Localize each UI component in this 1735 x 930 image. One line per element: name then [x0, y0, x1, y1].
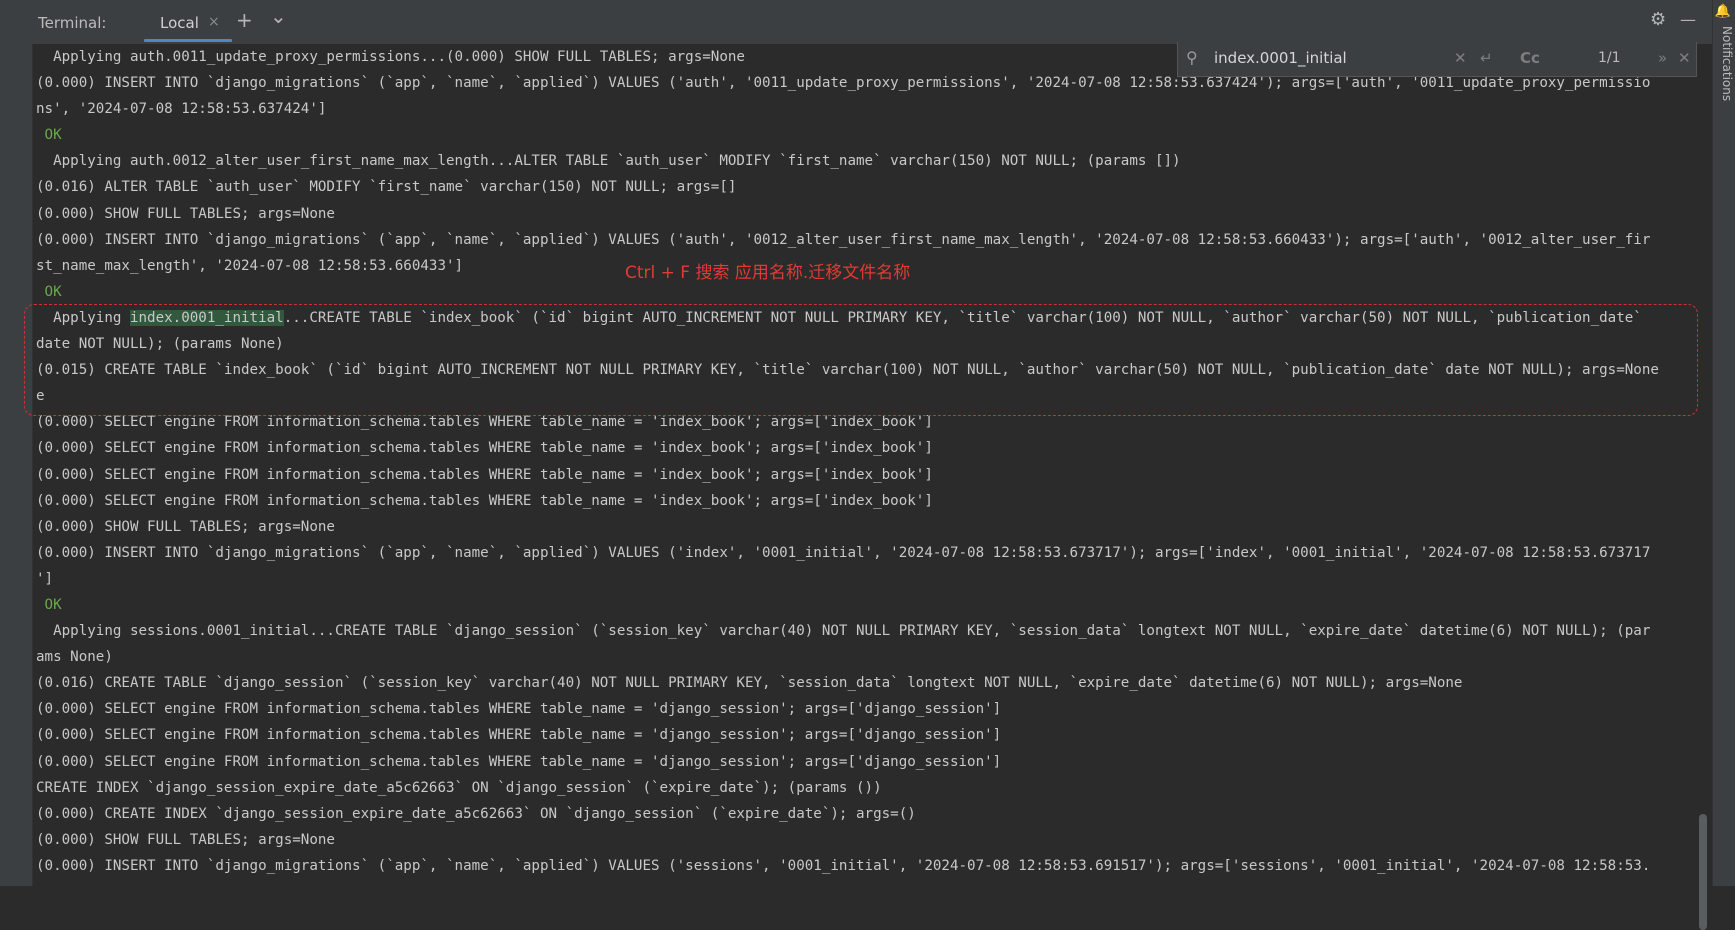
terminal-line: Applying auth.0012_alter_user_first_name…	[36, 153, 1181, 170]
right-tool-strip: 🔔 Notifications	[1712, 0, 1735, 886]
terminal-line: (0.000) CREATE INDEX `django_session_exp…	[36, 805, 916, 822]
terminal-line: ams None)	[36, 649, 113, 666]
gear-icon[interactable]: ⚙	[1650, 10, 1666, 30]
terminal-line: (0.000) INSERT INTO `django_migrations` …	[36, 857, 1651, 874]
terminal-line: (0.000) SELECT engine FROM information_s…	[36, 466, 933, 483]
bell-icon[interactable]: 🔔	[1715, 4, 1731, 19]
clear-search-icon[interactable]: ✕	[1454, 49, 1467, 67]
terminal-line: OK	[36, 127, 62, 144]
newline-icon[interactable]: ↵	[1480, 49, 1493, 67]
terminal-line: ']	[36, 570, 54, 587]
scrollbar-thumb[interactable]	[1699, 814, 1707, 930]
match-counter: 1/1	[1598, 50, 1621, 66]
terminal-line: (0.000) SELECT engine FROM information_s…	[36, 492, 933, 509]
terminal-line: (0.016) CREATE TABLE `django_session` (`…	[36, 675, 1463, 692]
notifications-tab[interactable]: Notifications	[1714, 26, 1734, 101]
left-gutter	[0, 0, 33, 886]
terminal-line: (0.000) SHOW FULL TABLES; args=None	[36, 518, 335, 535]
terminal-title: Terminal:	[38, 14, 107, 32]
scrollbar[interactable]	[1697, 44, 1709, 930]
terminal-line: (0.000) SELECT engine FROM information_s…	[36, 414, 933, 431]
terminal-line: ns', '2024-07-08 12:58:53.637424']	[36, 101, 327, 118]
tab-local[interactable]: Local ×	[144, 0, 232, 44]
terminal-line: OK	[36, 596, 62, 613]
chevron-down-icon[interactable]: ⌄	[270, 6, 287, 26]
annotation-text: Ctrl + F 搜索 应用名称.迁移文件名称	[625, 263, 911, 283]
tab-active-indicator	[144, 39, 232, 42]
terminal-line: date NOT NULL); (params None)	[36, 336, 284, 353]
terminal-line: (0.000) INSERT INTO `django_migrations` …	[36, 544, 1651, 561]
terminal-output[interactable]: Applying auth.0011_update_proxy_permissi…	[32, 44, 1697, 886]
terminal-line: CREATE INDEX `django_session_expire_date…	[36, 779, 882, 796]
terminal-line: (0.000) INSERT INTO `django_migrations` …	[36, 231, 1651, 248]
terminal-line: (0.000) SELECT engine FROM information_s…	[36, 440, 933, 457]
search-input[interactable]: index.0001_initial	[1214, 49, 1347, 67]
terminal-line: (0.016) ALTER TABLE `auth_user` MODIFY `…	[36, 179, 737, 196]
new-tab-icon[interactable]: +	[236, 10, 253, 30]
terminal-line: (0.000) SHOW FULL TABLES; args=None	[36, 205, 335, 222]
minimize-icon[interactable]: —	[1680, 10, 1696, 30]
terminal-line: (0.015) CREATE TABLE `index_book` (`id` …	[36, 362, 1659, 379]
terminal-line: e	[36, 388, 45, 405]
terminal-line: (0.000) SELECT engine FROM information_s…	[36, 701, 1002, 718]
search-icon[interactable]: ⚲	[1186, 48, 1198, 67]
terminal-line: Applying sessions.0001_initial...CREATE …	[36, 623, 1651, 640]
next-match-icon[interactable]: »	[1658, 49, 1667, 67]
match-case-icon[interactable]: Cc	[1520, 49, 1540, 67]
terminal-toolbar: Terminal: Local × + ⌄ ⚙ —	[32, 0, 1713, 45]
terminal-line: (0.000) SHOW FULL TABLES; args=None	[36, 831, 335, 848]
tab-local-label: Local	[160, 14, 199, 32]
close-search-icon[interactable]: ✕	[1678, 49, 1691, 67]
terminal-line: Applying index.0001_initial...CREATE TAB…	[36, 309, 1642, 326]
find-bar: ⚲ index.0001_initial ✕ ↵ Cc 1/1 » ✕	[1177, 42, 1697, 77]
search-match: index.0001_initial	[129, 309, 284, 326]
tab-close-icon[interactable]: ×	[208, 14, 220, 30]
terminal-line: (0.000) SELECT engine FROM information_s…	[36, 727, 1002, 744]
terminal-line: (0.000) SELECT engine FROM information_s…	[36, 753, 1002, 770]
